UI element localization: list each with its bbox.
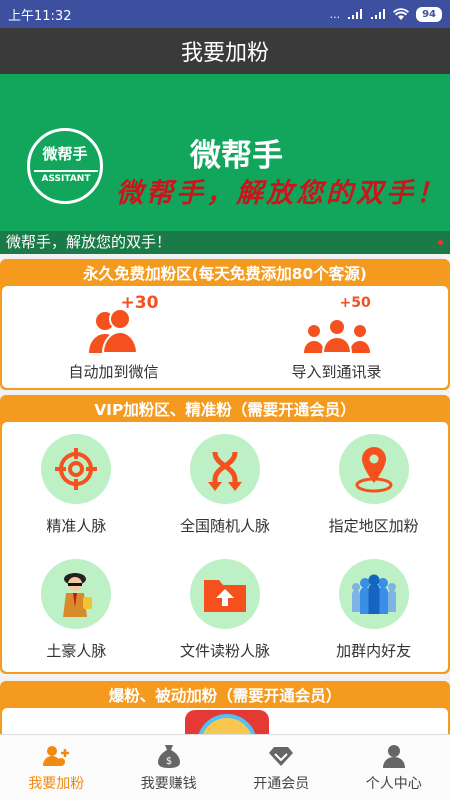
wifi-icon <box>393 7 410 20</box>
title-bar: 我要加粉 <box>0 28 450 74</box>
battery-icon: 94 <box>416 6 442 22</box>
folder-upload-icon <box>189 559 260 629</box>
vip-section-body: 精准人脉 全国随机人脉 指定地区加粉 土豪人脉 文件读粉人脉 加群内好友 <box>2 422 448 672</box>
region-contacts-button[interactable]: 指定地区加粉 <box>299 422 448 547</box>
target-icon <box>41 434 112 504</box>
crowd-icon <box>338 559 409 629</box>
carousel-indicator <box>438 240 443 245</box>
banner-title: 微帮手 <box>190 138 283 174</box>
file-import-contacts-label: 文件读粉人脉 <box>179 642 270 660</box>
logo-subtext: ASSITANT <box>34 170 98 184</box>
svg-text:$: $ <box>166 756 172 767</box>
shuffle-icon <box>189 434 260 504</box>
banner-slogan: 微帮手，解放您的双手！ <box>116 178 446 209</box>
banner-logo: 微帮手 ASSITANT <box>27 128 103 204</box>
vip-section-header: VIP加粉区、精准粉（需要开通会员） <box>94 400 356 419</box>
nav-earn-money-label: 我要赚钱 <box>140 775 197 792</box>
region-contacts-label: 指定地区加粉 <box>328 517 419 535</box>
banner-caption: 微帮手，解放您的双手！ <box>0 231 450 254</box>
rich-contacts-button[interactable]: 土豪人脉 <box>2 547 151 672</box>
free-badge-30: +30 <box>120 293 159 313</box>
nav-add-fans[interactable]: 我要加粉 <box>0 735 113 800</box>
group-plus-icon: +50 <box>292 295 382 357</box>
nav-earn-money[interactable]: $ 我要赚钱 <box>113 735 226 800</box>
nav-profile[interactable]: 个人中心 <box>338 735 450 800</box>
bottom-nav: 我要加粉 $ 我要赚钱 开通会员 个人中心 <box>0 734 450 800</box>
rich-contacts-label: 土豪人脉 <box>46 642 107 660</box>
status-icons: ... 94 <box>329 6 442 22</box>
status-time: 上午11:32 <box>8 8 72 24</box>
nav-membership[interactable]: 开通会员 <box>225 735 338 800</box>
burst-section-header: 爆粉、被动加粉（需要开通会员） <box>108 686 342 705</box>
free-section-body: +30 自动加到微信 +50 导入到通讯录 <box>2 286 448 388</box>
add-fans-icon <box>43 743 70 769</box>
nav-add-fans-label: 我要加粉 <box>28 775 85 792</box>
users-plus-icon: +30 <box>69 293 159 357</box>
precise-contacts-label: 精准人脉 <box>46 517 107 535</box>
page-title: 我要加粉 <box>180 41 269 66</box>
group-friends-button[interactable]: 加群内好友 <box>299 547 448 672</box>
import-contacts-label: 导入到通讯录 <box>291 363 382 381</box>
vip-section: VIP加粉区、精准粉（需要开通会员） 精准人脉 全国随机人脉 指定地区加粉 土豪… <box>0 395 450 674</box>
rich-man-icon <box>41 559 112 629</box>
diamond-icon <box>268 743 294 769</box>
banner[interactable]: 微帮手 ASSITANT 微帮手 微帮手，解放您的双手！ 微帮手，解放您的双手！ <box>0 74 450 254</box>
network-dots: ... <box>329 7 341 21</box>
status-bar: 上午11:32 ... 94 <box>0 0 450 28</box>
random-contacts-label: 全国随机人脉 <box>179 517 270 535</box>
random-contacts-button[interactable]: 全国随机人脉 <box>151 422 300 547</box>
auto-add-wechat-button[interactable]: +30 自动加到微信 <box>2 286 225 388</box>
money-bag-icon: $ <box>156 743 182 769</box>
nav-profile-label: 个人中心 <box>365 775 422 792</box>
precise-contacts-button[interactable]: 精准人脉 <box>2 422 151 547</box>
free-badge-50: +50 <box>339 295 371 311</box>
import-contacts-button[interactable]: +50 导入到通讯录 <box>225 286 448 388</box>
file-import-contacts-button[interactable]: 文件读粉人脉 <box>151 547 300 672</box>
free-section-header: 永久免费加粉区(每天免费添加80个客源) <box>83 264 367 283</box>
auto-add-wechat-label: 自动加到微信 <box>68 363 159 381</box>
burst-section: 爆粉、被动加粉（需要开通会员） <box>0 681 450 740</box>
free-section: 永久免费加粉区(每天免费添加80个客源) +30 自动加到微信 +50 导入到通… <box>0 259 450 390</box>
location-pin-icon <box>338 434 409 504</box>
group-friends-label: 加群内好友 <box>336 642 412 660</box>
signal-icon <box>348 9 363 19</box>
logo-text: 微帮手 <box>42 145 88 163</box>
person-icon <box>381 743 407 769</box>
signal-icon-2 <box>371 9 386 19</box>
nav-membership-label: 开通会员 <box>253 775 310 792</box>
